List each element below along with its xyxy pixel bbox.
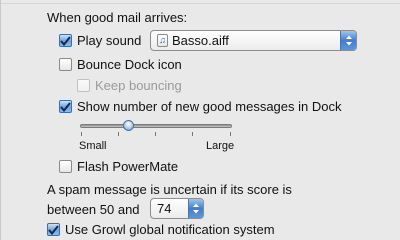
spam-description-line1: A spam message is uncertain if its score… [47,182,292,197]
slider-tick [230,132,231,136]
show-count-checkbox[interactable]: Show number of new good messages in Dock [59,99,341,114]
growl-label: Use Growl global notification system [65,222,275,237]
keep-bouncing-checkbox[interactable]: Keep bouncing [77,78,182,93]
icon-size-slider-knob[interactable] [123,120,135,131]
bounce-dock-label: Bounce Dock icon [77,57,182,72]
icon-size-slider-track[interactable] [80,124,232,128]
slider-max-label: Large [206,140,235,152]
checkbox-unchecked-icon [59,160,72,173]
section-heading: When good mail arrives: [47,10,188,25]
sound-popup-button[interactable]: ♫ Basso.aiff [150,30,357,51]
checkbox-checked-icon [47,223,60,236]
slider-tick [155,132,156,136]
spam-threshold-value: 74 [157,201,172,216]
show-count-label: Show number of new good messages in Dock [77,99,342,114]
bounce-dock-checkbox[interactable]: Bounce Dock icon [59,57,182,72]
flash-powermate-label: Flash PowerMate [77,159,179,174]
checkbox-checked-icon [59,34,72,47]
growl-checkbox[interactable]: Use Growl global notification system [47,222,275,237]
play-sound-label: Play sound [77,33,142,48]
notification-preferences-panel: When good mail arrives: Play sound ♫ Bas… [0,0,400,240]
flash-powermate-checkbox[interactable]: Flash PowerMate [59,159,178,174]
slider-tick [118,132,119,136]
slider-tick [192,132,193,136]
top-divider [1,3,400,4]
checkbox-unchecked-icon [59,58,72,71]
spam-threshold-popup[interactable]: 74 [150,198,204,219]
sound-popup-value: Basso.aiff [172,33,229,48]
popup-arrows-icon [188,199,203,218]
checkbox-disabled-icon [77,79,90,92]
keep-bouncing-label: Keep bouncing [95,78,182,93]
music-note-icon: ♫ [157,34,168,47]
slider-tick [81,132,82,136]
spam-description-line2: between 50 and [47,202,140,217]
play-sound-checkbox[interactable]: Play sound [59,33,141,48]
checkbox-checked-icon [59,100,72,113]
popup-arrows-icon [340,31,356,50]
slider-min-label: Small [79,140,107,152]
